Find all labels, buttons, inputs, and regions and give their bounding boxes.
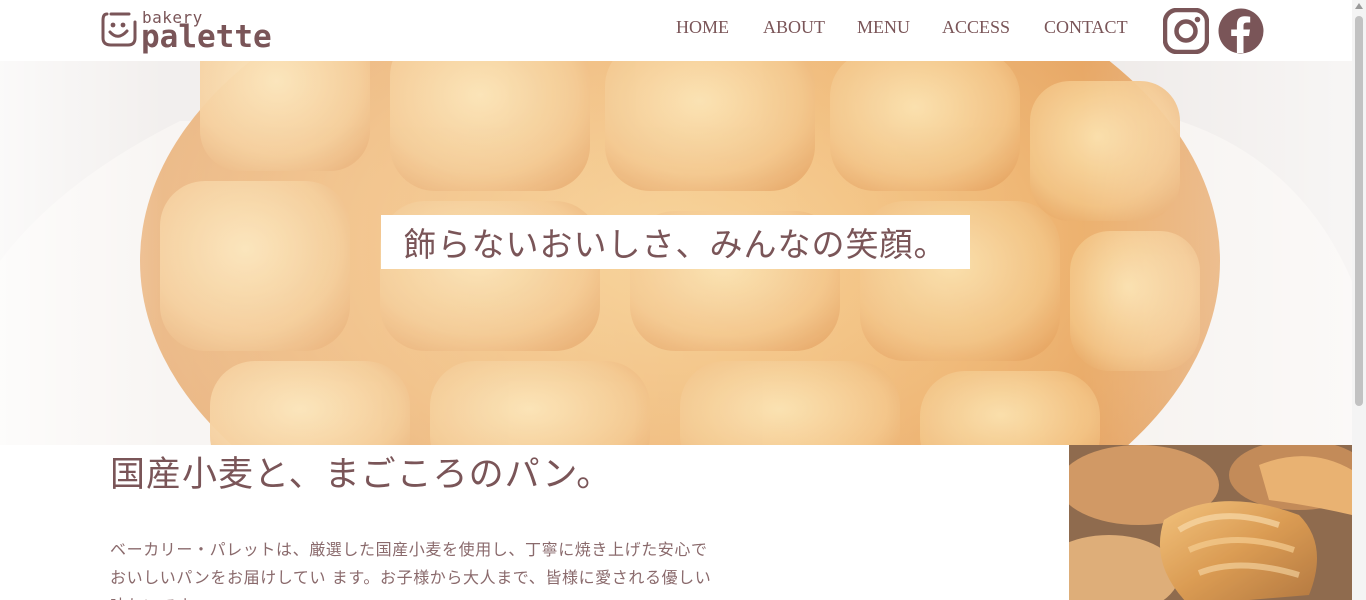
logo[interactable]: bakery palette [101, 6, 291, 55]
site-header: bakery palette HOME ABOUT MENU ACCESS CO… [0, 0, 1352, 61]
nav-contact-link[interactable]: CONTACT [1044, 17, 1128, 38]
facebook-icon[interactable] [1218, 8, 1264, 54]
nav-about-link[interactable]: ABOUT [763, 17, 825, 38]
hero-caption-box: 飾らないおいしさ、みんなの笑顔。 [381, 215, 970, 269]
section-heading: 国産小麦と、まごころのパン。 [110, 455, 613, 495]
scroll-up-arrow-icon[interactable] [1355, 3, 1363, 9]
nav-access-link[interactable]: ACCESS [942, 17, 1010, 38]
instagram-icon[interactable] [1163, 8, 1209, 54]
hero-section: 飾らないおいしさ、みんなの笑顔。 [0, 61, 1352, 445]
hero-caption: 飾らないおいしさ、みんなの笑顔。 [403, 225, 948, 264]
croissant-photo [1069, 445, 1352, 600]
smiley-face-icon [101, 12, 137, 47]
nav-home-link[interactable]: HOME [676, 17, 729, 38]
scrollbar-thumb[interactable] [1355, 16, 1363, 406]
section-body-text: ベーカリー・パレットは、厳選した国産小麦を使用し、丁寧に焼き上げた安心でおいしい… [110, 540, 712, 600]
page: bakery palette HOME ABOUT MENU ACCESS CO… [0, 0, 1366, 600]
logo-title: palette [141, 19, 272, 55]
page-scrollbar[interactable] [1352, 0, 1366, 600]
nav-menu-link[interactable]: MENU [857, 17, 910, 38]
